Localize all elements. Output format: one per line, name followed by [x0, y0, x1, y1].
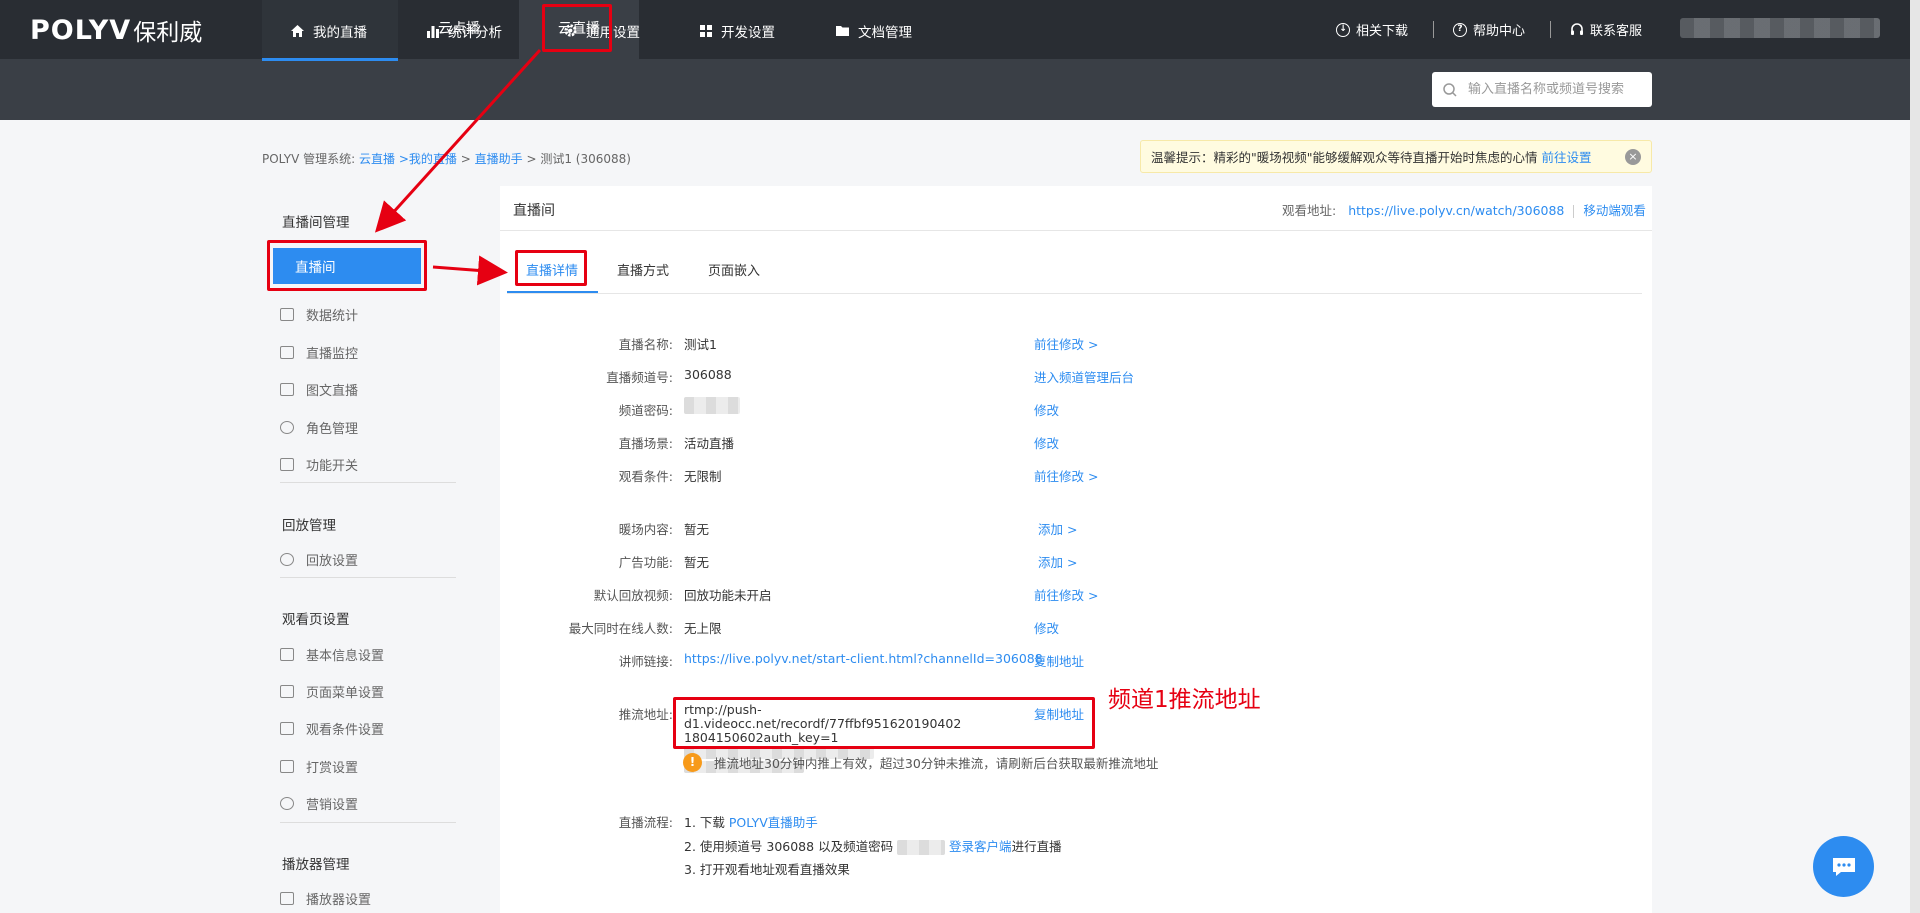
annotation-label: 频道1推流地址	[1108, 687, 1261, 713]
chat-bubble-icon	[1832, 857, 1855, 876]
chat-button[interactable]	[1813, 836, 1874, 897]
arrow-to-tab	[432, 255, 508, 286]
annotation-arrows	[374, 48, 542, 286]
arrow-to-sidebar	[374, 48, 542, 233]
